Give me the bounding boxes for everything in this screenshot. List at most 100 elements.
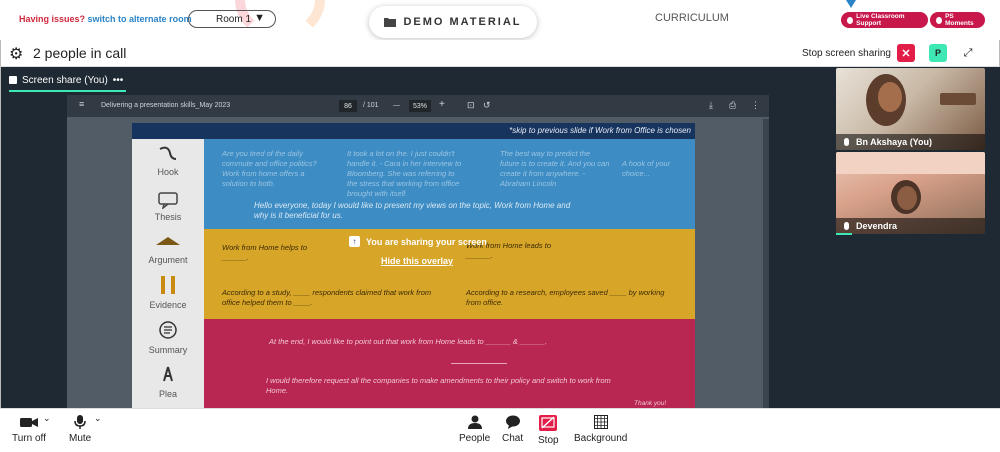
chat-button[interactable]: Chat [502, 415, 523, 444]
issues-text: Having issues? [19, 14, 86, 24]
hook-option-1: Are you tired of the daily commute and o… [222, 149, 317, 188]
evidence-icon [161, 276, 175, 294]
slide-top-note: *skip to previous slide if Work from Off… [132, 123, 695, 139]
evidence-1: According to a study, ____ respondents c… [222, 288, 432, 307]
people-count: 2 people in call [33, 45, 127, 61]
support-icon [847, 16, 854, 24]
sharing-message-text: You are sharing your screen [366, 236, 487, 247]
demo-material-button[interactable]: DEMO MATERIAL [369, 6, 537, 38]
speaking-indicator [836, 233, 852, 235]
camera-icon [19, 418, 38, 427]
curriculum-link[interactable]: CURRICULUM [655, 12, 729, 24]
chat-label: Chat [502, 433, 524, 444]
folder-icon [384, 18, 397, 27]
call-header: ⚙ 2 people in call Stop screen sharing ✕… [0, 40, 1000, 67]
microphone-icon [74, 415, 86, 429]
download-icon[interactable]: ⤓ [709, 100, 713, 111]
close-icon: ✕ [901, 47, 911, 60]
slide-structure-column: Hook Thesis Argument Evidence Summary Pl… [132, 139, 204, 408]
page-total: / 101 [363, 102, 379, 109]
background-label: Background [574, 433, 628, 444]
more-vertical-icon[interactable]: ⋮ [751, 100, 760, 111]
participant-name: Devendra [856, 221, 898, 231]
stop-share-icon [539, 415, 558, 431]
call-main-area: Screen share (You) ••• ≡ Delivering a pr… [0, 67, 1000, 408]
stop-share-button[interactable]: Stop [538, 415, 559, 446]
zoom-level[interactable]: 53% [409, 100, 431, 112]
hook-option-4: A hook of your choice... [622, 159, 671, 178]
hook-option-2: It took a lot on the. I just couldn't ha… [347, 149, 462, 198]
background-button[interactable]: Background [574, 415, 627, 444]
chevron-down-icon[interactable]: ⌄ [43, 413, 51, 424]
chevron-down-icon[interactable]: ⌄ [94, 413, 102, 424]
evidence-2: According to a research, employees saved… [466, 288, 665, 307]
chat-icon [505, 415, 520, 429]
live-classroom-support-button[interactable]: Live Classroom Support [841, 12, 928, 28]
label-summary: Summary [148, 345, 188, 355]
issues-notice: Having issues? switch to alternate room [19, 14, 192, 24]
pdf-title: Delivering a presentation skills_May 202… [101, 102, 231, 109]
tab-screen-share[interactable]: Screen share (You) ••• [9, 72, 127, 92]
thesis-text: Hello everyone, today I would like to pr… [254, 201, 571, 220]
people-label: People [459, 433, 491, 444]
pin-marker-icon [846, 0, 856, 8]
stop-sharing-close-button[interactable]: ✕ [897, 44, 915, 62]
screen-share-icon [9, 76, 17, 84]
expand-icon[interactable]: ⤢ [959, 44, 977, 62]
top-bar: Having issues? switch to alternate room … [0, 0, 1000, 40]
participant-face [878, 82, 902, 112]
stop-label: Stop [538, 435, 559, 446]
switch-room-link[interactable]: switch to alternate room [88, 14, 192, 24]
label-evidence: Evidence [149, 300, 187, 310]
mic-icon [844, 138, 849, 146]
turn-off-camera-button[interactable]: Turn off [12, 415, 46, 444]
summary-text: At the end, I would like to point out th… [269, 337, 548, 346]
support-label: Live Classroom Support [856, 13, 905, 27]
menu-icon[interactable]: ≡ [79, 99, 84, 109]
mute-button[interactable]: Mute [69, 415, 91, 444]
mute-label: Mute [69, 433, 92, 444]
print-icon[interactable]: ⎙ [729, 100, 736, 111]
more-options-icon[interactable]: ••• [113, 75, 124, 86]
divider [451, 363, 507, 364]
gear-icon[interactable]: ⚙ [9, 44, 23, 64]
participant-name-bar: Bn Akshaya (You) [836, 134, 985, 150]
zoom-out-button[interactable]: — [393, 102, 400, 109]
turn-off-label: Turn off [12, 433, 46, 444]
label-argument: Argument [148, 255, 188, 265]
bottom-toolbar: Turn off ⌄ Mute ⌄ People Chat Stop Backg… [0, 408, 1000, 452]
rotate-icon[interactable]: ↺ [483, 100, 491, 111]
person-icon [467, 415, 482, 429]
argument-icon [156, 237, 180, 245]
room-select[interactable]: Room 1 ▼ [188, 10, 276, 28]
tab-screen-share-label: Screen share (You) [22, 74, 108, 86]
speech-bubble-icon [158, 192, 178, 209]
pdf-scrollbar[interactable] [763, 119, 769, 408]
fit-page-icon[interactable]: ⊡ [467, 100, 475, 111]
sharing-overlay-message: ↑ You are sharing your screen [349, 236, 487, 247]
hook-thesis-section: Are you tired of the daily commute and o… [204, 139, 695, 229]
participant-tile[interactable]: Bn Akshaya (You) [836, 68, 985, 150]
participant-name-bar: Devendra [836, 218, 985, 234]
caret-down-icon: ▼ [254, 12, 265, 24]
room-select-value: Room 1 [216, 13, 252, 25]
people-button[interactable]: People [459, 415, 490, 444]
label-hook: Hook [157, 167, 179, 177]
page-number-input[interactable]: 86 [339, 100, 357, 112]
participant-name: Bn Akshaya (You) [856, 137, 933, 147]
moments-label: PS Moments [945, 13, 974, 27]
upload-icon: ↑ [349, 236, 360, 247]
label-plea: Plea [158, 389, 177, 399]
zoom-in-button[interactable]: + [439, 99, 445, 110]
hide-overlay-link[interactable]: Hide this overlay [381, 256, 453, 266]
summary-plea-section: At the end, I would like to point out th… [204, 319, 695, 408]
participant-tile[interactable]: Devendra [836, 152, 985, 234]
slide-footer: Thank you! [634, 400, 667, 407]
profile-button[interactable]: P [929, 44, 947, 62]
stop-screen-sharing-label: Stop screen sharing [802, 48, 891, 59]
participant-face [897, 186, 917, 210]
background-detail [836, 152, 985, 174]
demo-material-label: DEMO MATERIAL [403, 16, 522, 28]
ps-moments-button[interactable]: PS Moments [930, 12, 985, 28]
hook-option-3: The best way to predict the future is to… [500, 149, 610, 188]
